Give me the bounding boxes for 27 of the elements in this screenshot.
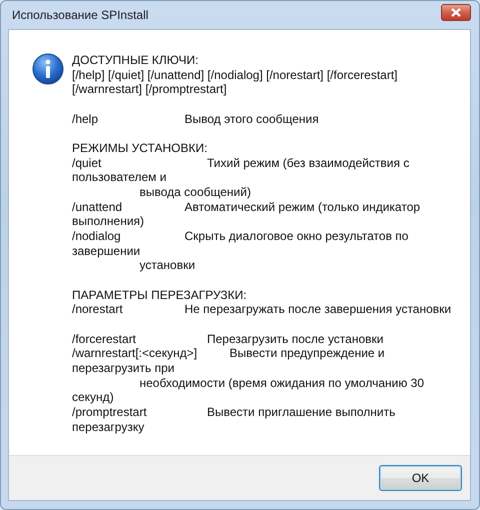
message-line: необходимости (время ожидания по умолчанию 30 <box>138 376 426 390</box>
message-line: ПАРАМЕТРЫ ПЕРЕЗАГРУЗКИ: <box>72 288 248 302</box>
message-line: установки <box>138 258 196 274</box>
message-line: /quiet Тихий режим (без взаимодействия с <box>72 156 410 170</box>
message-line: /nodialog Скрыть диалоговое окно результатов по <box>72 229 410 244</box>
message-line: РЕЖИМЫ УСТАНОВКИ: <box>72 140 208 156</box>
close-button[interactable] <box>441 4 471 20</box>
message-line: [/warnrestart] [/promptrestart] <box>72 82 228 98</box>
message-line: перезагрузку <box>72 420 146 434</box>
message-line: перезагрузить при <box>72 360 176 376</box>
message-line: завершении <box>72 244 142 258</box>
message-line: ДОСТУПНЫЕ КЛЮЧИ: <box>72 53 200 68</box>
message-line: /warnrestart[:<секунд>] Вывести предупреждение и <box>72 346 386 361</box>
message-line: вывода сообщений) <box>138 184 252 200</box>
message-line: /unattend Автоматический режим (только индикатор <box>72 200 422 214</box>
message-line: секунд) <box>72 390 115 406</box>
message-line: /help Вывод этого сообщения <box>72 112 320 126</box>
ok-button[interactable]: OK <box>379 465 462 491</box>
message-line: выполнения) <box>72 214 146 230</box>
info-icon <box>32 53 64 85</box>
message-line: пользователем и <box>72 170 168 185</box>
window-title: Использование SPInstall <box>12 8 148 22</box>
message-line: /forcerestart Перезагрузить после установки <box>72 332 384 346</box>
message-line: [/help] [/quiet] [/unattend] [/nodialog] [/norestart] [/forcerestart] <box>72 68 399 82</box>
message-line: /promptrestart Вывести приглашение выполнить <box>72 405 396 420</box>
close-icon <box>451 8 461 16</box>
message-line: /norestart Не перезагружать после завершения установки <box>72 302 452 318</box>
